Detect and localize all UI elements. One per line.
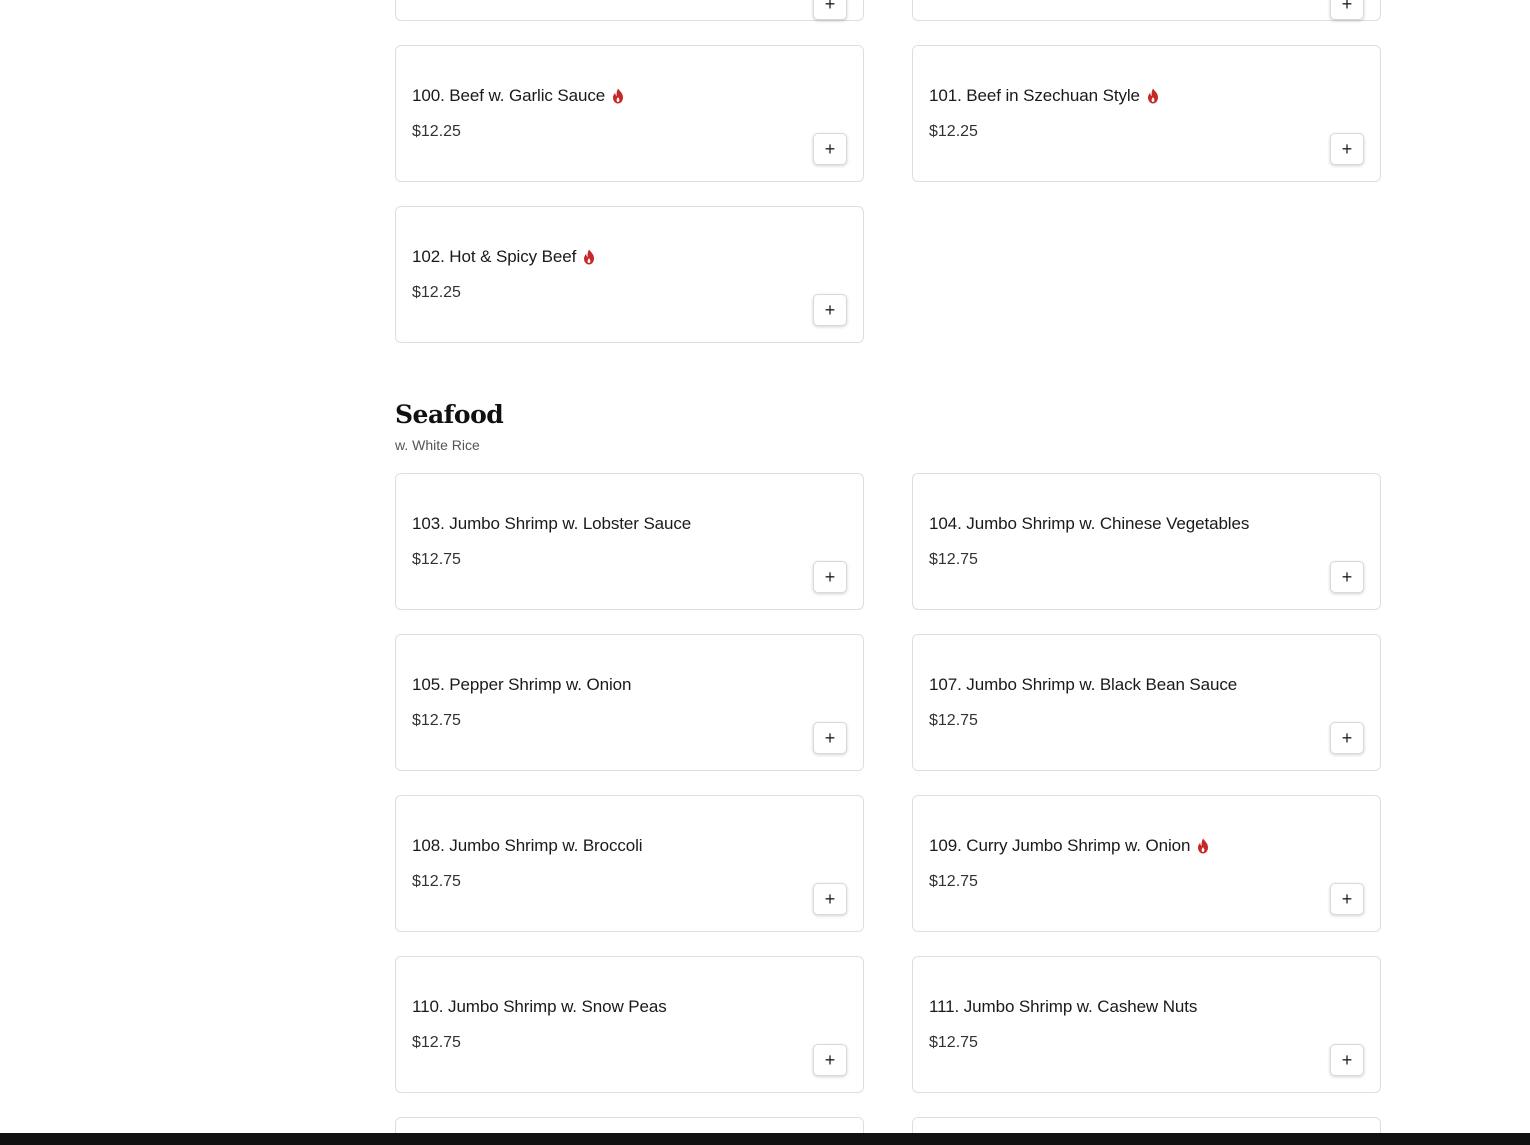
menu-item-card[interactable]: 108. Jumbo Shrimp w. Broccoli $12.75 + (395, 795, 864, 932)
add-to-cart-button[interactable]: + (1330, 0, 1364, 20)
item-name: 108. Jumbo Shrimp w. Broccoli (412, 836, 643, 855)
item-price: $12.75 (412, 551, 461, 568)
menu-item-card[interactable]: 101. Beef in Szechuan Style $12.25 + (912, 45, 1381, 182)
item-title: 103. Jumbo Shrimp w. Lobster Sauce (412, 514, 691, 534)
item-price: $12.25 (412, 123, 461, 140)
flame-icon (613, 88, 624, 104)
flame-icon (1147, 88, 1158, 104)
item-name: 101. Beef in Szechuan Style (929, 86, 1140, 105)
item-title: 104. Jumbo Shrimp w. Chinese Vegetables (929, 514, 1249, 534)
plus-icon: + (824, 0, 836, 14)
plus-icon: + (824, 728, 836, 748)
item-title: 107. Jumbo Shrimp w. Black Bean Sauce (929, 675, 1237, 695)
plus-icon: + (1341, 139, 1353, 159)
add-to-cart-button[interactable]: + (813, 1044, 847, 1076)
add-to-cart-button[interactable]: + (813, 133, 847, 165)
menu-item-card[interactable]: 105. Pepper Shrimp w. Onion $12.75 + (395, 634, 864, 771)
add-to-cart-button[interactable]: + (813, 883, 847, 915)
item-title: 108. Jumbo Shrimp w. Broccoli (412, 836, 643, 856)
menu-item-card-partial[interactable]: + (395, 0, 864, 21)
item-title: 111. Jumbo Shrimp w. Cashew Nuts (929, 997, 1197, 1017)
section-title: Seafood (395, 400, 504, 429)
item-name: 111. Jumbo Shrimp w. Cashew Nuts (929, 997, 1198, 1016)
item-name: 105. Pepper Shrimp w. Onion (412, 675, 632, 694)
bottom-bar (0, 1133, 1530, 1145)
flame-icon (584, 249, 595, 265)
plus-icon: + (1341, 0, 1353, 14)
add-to-cart-button[interactable]: + (813, 561, 847, 593)
add-to-cart-button[interactable]: + (1330, 722, 1364, 754)
item-price: $12.75 (929, 1034, 978, 1051)
add-to-cart-button[interactable]: + (1330, 561, 1364, 593)
menu-item-card[interactable]: 109. Curry Jumbo Shrimp w. Onion $12.75 … (912, 795, 1381, 932)
menu-item-card[interactable]: 100. Beef w. Garlic Sauce $12.25 + (395, 45, 864, 182)
add-to-cart-button[interactable]: + (813, 722, 847, 754)
item-name: 103. Jumbo Shrimp w. Lobster Sauce (412, 514, 692, 533)
plus-icon: + (1341, 1050, 1353, 1070)
plus-icon: + (824, 889, 836, 909)
item-price: $12.75 (929, 712, 978, 729)
item-title: 102. Hot & Spicy Beef (412, 247, 596, 267)
item-title: 110. Jumbo Shrimp w. Snow Peas (412, 997, 667, 1017)
item-price: $12.75 (929, 873, 978, 890)
item-title: 105. Pepper Shrimp w. Onion (412, 675, 631, 695)
item-price: $12.75 (412, 712, 461, 729)
menu-item-card[interactable]: 110. Jumbo Shrimp w. Snow Peas $12.75 + (395, 956, 864, 1093)
plus-icon: + (1341, 567, 1353, 587)
add-to-cart-button[interactable]: + (1330, 1044, 1364, 1076)
item-name: 104. Jumbo Shrimp w. Chinese Vegetables (929, 514, 1250, 533)
menu-item-card[interactable]: 111. Jumbo Shrimp w. Cashew Nuts $12.75 … (912, 956, 1381, 1093)
item-price: $12.25 (412, 284, 461, 301)
item-price: $12.75 (412, 1034, 461, 1051)
item-name: 107. Jumbo Shrimp w. Black Bean Sauce (929, 675, 1238, 694)
section-subtitle: w. White Rice (395, 437, 480, 453)
item-price: $12.75 (412, 873, 461, 890)
menu-item-card[interactable]: 102. Hot & Spicy Beef $12.25 + (395, 206, 864, 343)
plus-icon: + (824, 567, 836, 587)
item-price: $12.75 (929, 551, 978, 568)
item-price: $12.25 (929, 123, 978, 140)
item-title: 101. Beef in Szechuan Style (929, 86, 1160, 106)
menu-item-card-partial[interactable]: + (912, 0, 1381, 21)
plus-icon: + (824, 139, 836, 159)
menu-item-card[interactable]: 107. Jumbo Shrimp w. Black Bean Sauce $1… (912, 634, 1381, 771)
plus-icon: + (1341, 889, 1353, 909)
item-name: 102. Hot & Spicy Beef (412, 247, 577, 266)
add-to-cart-button[interactable]: + (813, 0, 847, 20)
item-title: 109. Curry Jumbo Shrimp w. Onion (929, 836, 1210, 856)
menu-page: + + 100. Beef w. Garlic Sauce $12.25 + 1… (0, 0, 1530, 1145)
plus-icon: + (824, 1050, 836, 1070)
plus-icon: + (1341, 728, 1353, 748)
item-name: 100. Beef w. Garlic Sauce (412, 86, 606, 105)
menu-item-card[interactable]: 104. Jumbo Shrimp w. Chinese Vegetables … (912, 473, 1381, 610)
item-name: 110. Jumbo Shrimp w. Snow Peas (412, 997, 667, 1016)
item-title: 100. Beef w. Garlic Sauce (412, 86, 625, 106)
menu-item-card[interactable]: 103. Jumbo Shrimp w. Lobster Sauce $12.7… (395, 473, 864, 610)
flame-icon (1198, 838, 1209, 854)
add-to-cart-button[interactable]: + (1330, 133, 1364, 165)
add-to-cart-button[interactable]: + (813, 294, 847, 326)
item-name: 109. Curry Jumbo Shrimp w. Onion (929, 836, 1191, 855)
plus-icon: + (824, 300, 836, 320)
add-to-cart-button[interactable]: + (1330, 883, 1364, 915)
